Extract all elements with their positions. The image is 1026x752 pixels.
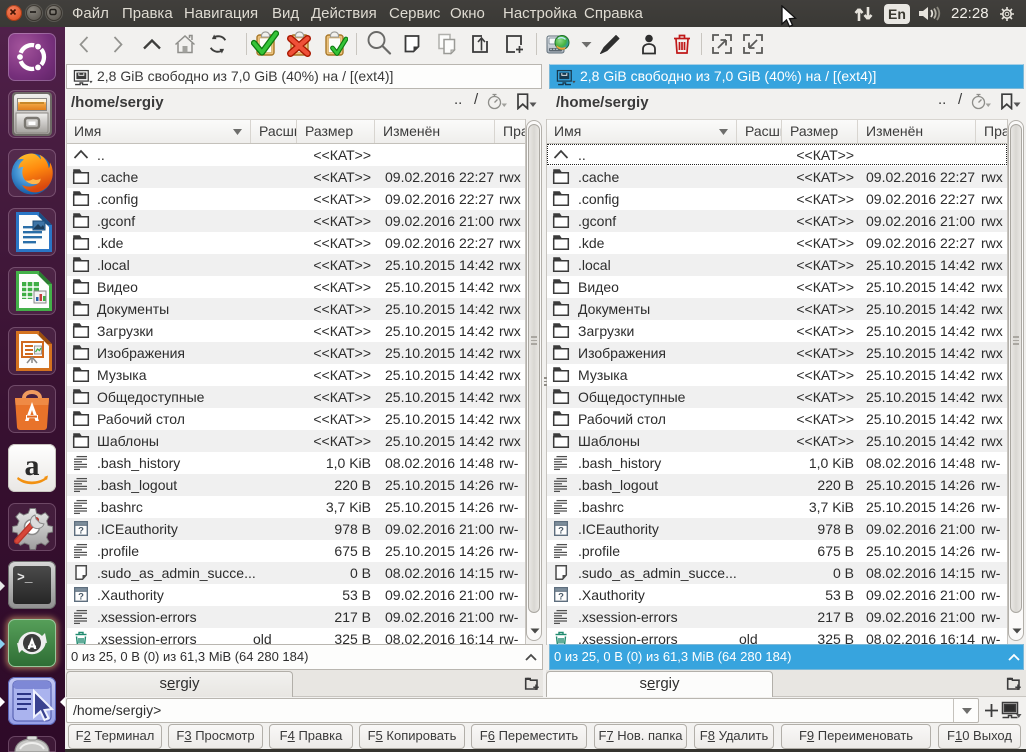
svg-text:?: ? bbox=[558, 526, 564, 537]
svg-text:?: ? bbox=[558, 592, 564, 603]
svg-text:?: ? bbox=[78, 592, 84, 603]
svg-text:?: ? bbox=[78, 526, 84, 537]
svg-text:a: a bbox=[25, 449, 40, 482]
